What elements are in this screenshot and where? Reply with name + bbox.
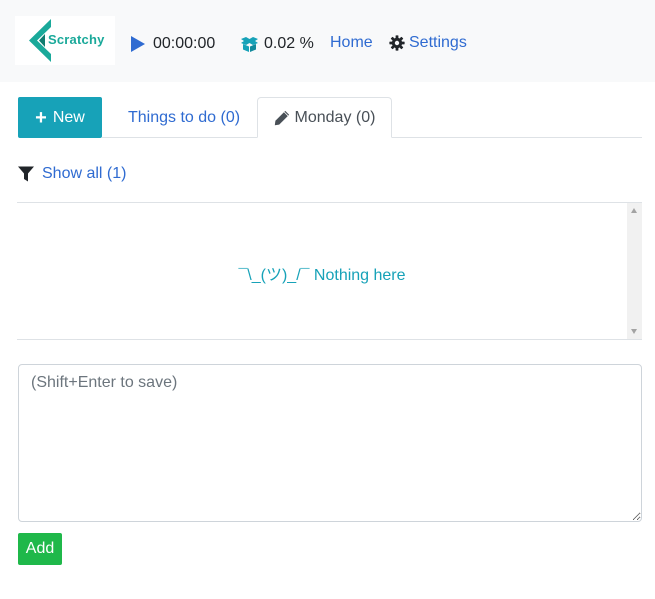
scroll-down-icon[interactable] xyxy=(631,329,637,334)
home-link[interactable]: Home xyxy=(330,34,373,52)
timer-value: 00:00:00 xyxy=(153,35,216,52)
gear-icon xyxy=(389,35,405,51)
settings-link[interactable]: Settings xyxy=(389,34,467,52)
usage-value: 0.02 % xyxy=(264,35,314,52)
filter-icon xyxy=(18,166,34,182)
tab-label: Things to do (0) xyxy=(128,108,241,126)
tab-monday[interactable]: Monday (0) xyxy=(257,97,392,138)
show-all-link[interactable]: Show all (1) xyxy=(42,165,126,183)
boxes-icon xyxy=(241,36,258,52)
settings-label: Settings xyxy=(409,34,467,51)
play-icon[interactable] xyxy=(131,36,145,52)
add-button[interactable]: Add xyxy=(18,533,62,565)
app-logo[interactable]: Scratchy xyxy=(15,16,115,65)
timer-control[interactable]: 00:00:00 xyxy=(131,34,215,54)
list-scrollbar[interactable] xyxy=(627,203,642,339)
empty-state-message: ¯\_(ツ)_/¯ Nothing here xyxy=(238,267,406,284)
plus-icon: + xyxy=(35,106,47,129)
tab-things-to-do[interactable]: Things to do (0) xyxy=(116,97,252,138)
pencil-icon[interactable] xyxy=(274,110,290,126)
new-button-label: New xyxy=(52,108,85,126)
tab-label: Monday (0) xyxy=(294,108,376,126)
top-navbar: Scratchy 00:00:00 0.02 % Home Settings xyxy=(0,0,655,82)
logo-text: Scratchy xyxy=(48,32,105,47)
scroll-up-icon[interactable] xyxy=(631,208,637,213)
item-list: ¯\_(ツ)_/¯ Nothing here xyxy=(17,202,642,340)
new-button[interactable]: + New xyxy=(18,97,102,138)
note-textarea[interactable] xyxy=(18,364,642,522)
filter-control[interactable]: Show all (1) xyxy=(18,164,126,184)
storage-usage: 0.02 % xyxy=(240,34,314,54)
